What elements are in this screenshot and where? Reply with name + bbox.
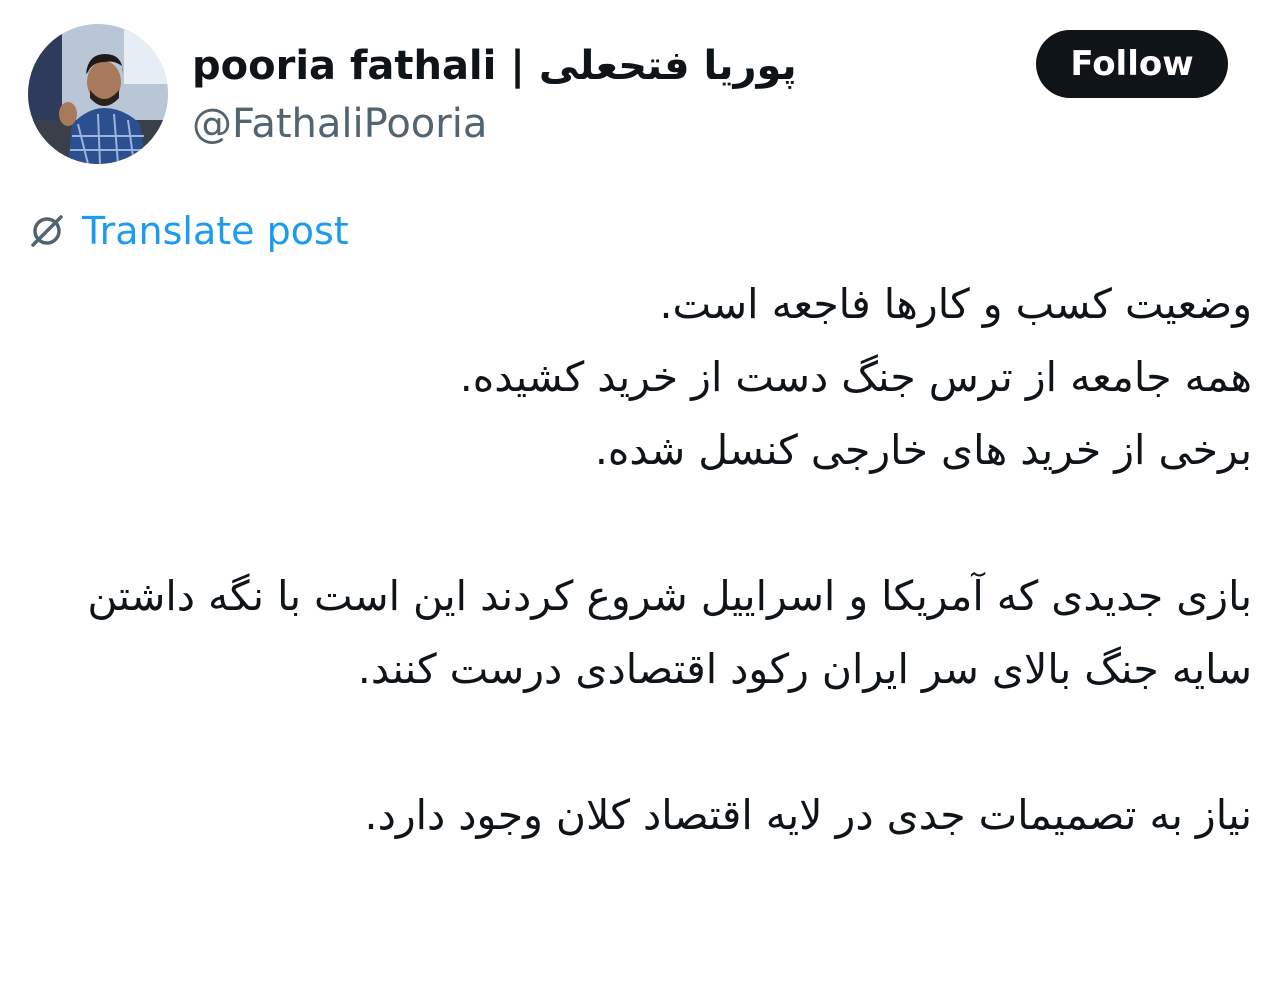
display-name[interactable]: pooria fathali | پوریا فتحعلی — [192, 38, 797, 94]
translate-label: Translate post — [82, 209, 349, 253]
follow-button[interactable]: Follow — [1036, 30, 1228, 98]
user-handle[interactable]: @FathaliPooria — [192, 94, 797, 154]
avatar-photo-icon — [28, 24, 168, 164]
post-paragraph-3: نیاز به تصمیمات جدی در لایه اقتصاد کلان … — [60, 779, 1252, 852]
post-text: وضعیت کسب و کارها فاجعه است. همه جامعه ا… — [60, 268, 1252, 852]
translate-post-link[interactable]: Translate post — [28, 205, 349, 257]
post-line: همه جامعه از ترس جنگ دست از خرید کشیده. — [459, 353, 1252, 401]
post-paragraph-2: بازی جدیدی که آمریکا و اسراییل شروع کردن… — [60, 560, 1252, 706]
post-header: pooria fathali | پوریا فتحعلی @FathaliPo… — [28, 24, 1252, 169]
post-line: وضعیت کسب و کارها فاجعه است. — [659, 280, 1253, 328]
author-names: pooria fathali | پوریا فتحعلی @FathaliPo… — [192, 38, 797, 154]
avatar[interactable] — [28, 24, 168, 164]
post-line: بازی جدیدی که آمریکا و اسراییل شروع کردن… — [87, 572, 1252, 693]
post-line: برخی از خرید های خارجی کنسل شده. — [594, 426, 1252, 474]
post-line: نیاز به تصمیمات جدی در لایه اقتصاد کلان … — [364, 791, 1252, 839]
translate-globe-icon — [31, 215, 63, 247]
post-paragraph-1: وضعیت کسب و کارها فاجعه است. همه جامعه ا… — [60, 268, 1252, 487]
